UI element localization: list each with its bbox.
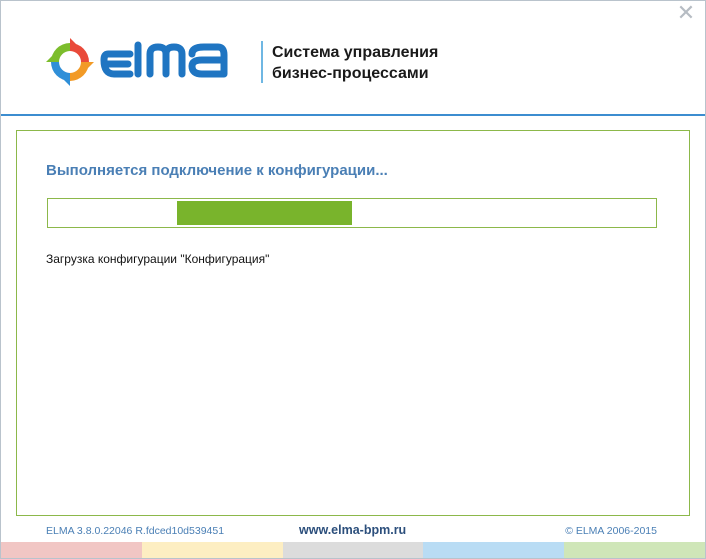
load-message: Загрузка конфигурации "Конфигурация" — [46, 252, 270, 266]
tagline-line-2: бизнес-процессами — [272, 65, 429, 82]
installer-window: ✕ Система управления бизнес-процессами В… — [0, 0, 706, 559]
status-title: Выполняется подключение к конфигурации..… — [46, 162, 388, 179]
color-stripe — [282, 542, 424, 558]
content-panel: Выполняется подключение к конфигурации..… — [16, 130, 690, 516]
product-tagline: Система управления бизнес-процессами — [272, 42, 532, 84]
header: Система управления бизнес-процессами — [1, 1, 705, 116]
color-stripe — [1, 542, 142, 558]
website-link[interactable]: www.elma-bpm.ru — [299, 523, 406, 537]
color-stripe — [141, 542, 283, 558]
footer: ELMA 3.8.0.22046 R.fdced10d539451 www.el… — [1, 517, 705, 541]
color-stripe — [423, 542, 565, 558]
color-stripes — [1, 542, 705, 558]
progress-fill — [177, 201, 352, 225]
elma-wordmark — [100, 41, 228, 78]
logo-separator — [261, 41, 263, 83]
version-label: ELMA 3.8.0.22046 R.fdced10d539451 — [46, 525, 225, 537]
copyright-label: © ELMA 2006-2015 — [565, 525, 657, 537]
progress-bar — [47, 198, 657, 228]
circular-arrows-logo-icon — [46, 38, 94, 86]
color-stripe — [564, 542, 705, 558]
tagline-line-1: Система управления — [272, 44, 439, 61]
